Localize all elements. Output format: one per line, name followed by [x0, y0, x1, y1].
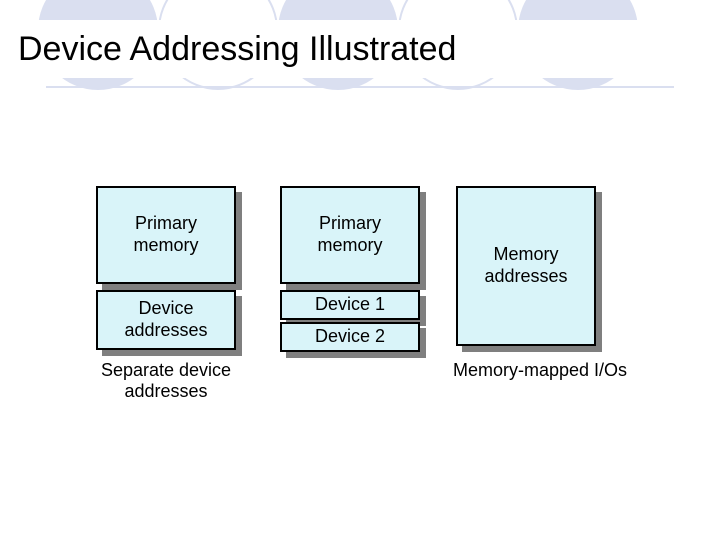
middle-primary-memory-box: Primarymemory — [280, 186, 420, 284]
title-underline — [46, 86, 674, 88]
title-bar: Device Addressing Illustrated — [0, 20, 720, 78]
left-primary-memory-box: Primarymemory — [96, 186, 236, 284]
middle-device2-box: Device 2 — [280, 322, 420, 352]
left-caption: Separate deviceaddresses — [84, 360, 248, 402]
slide: Device Addressing Illustrated Primarymem… — [0, 0, 720, 540]
right-memory-addresses-box: Memoryaddresses — [456, 186, 596, 346]
middle-device1-box: Device 1 — [280, 290, 420, 320]
left-device-addresses-box: Deviceaddresses — [96, 290, 236, 350]
right-caption: Memory-mapped I/Os — [440, 360, 640, 381]
slide-title: Device Addressing Illustrated — [18, 30, 456, 69]
